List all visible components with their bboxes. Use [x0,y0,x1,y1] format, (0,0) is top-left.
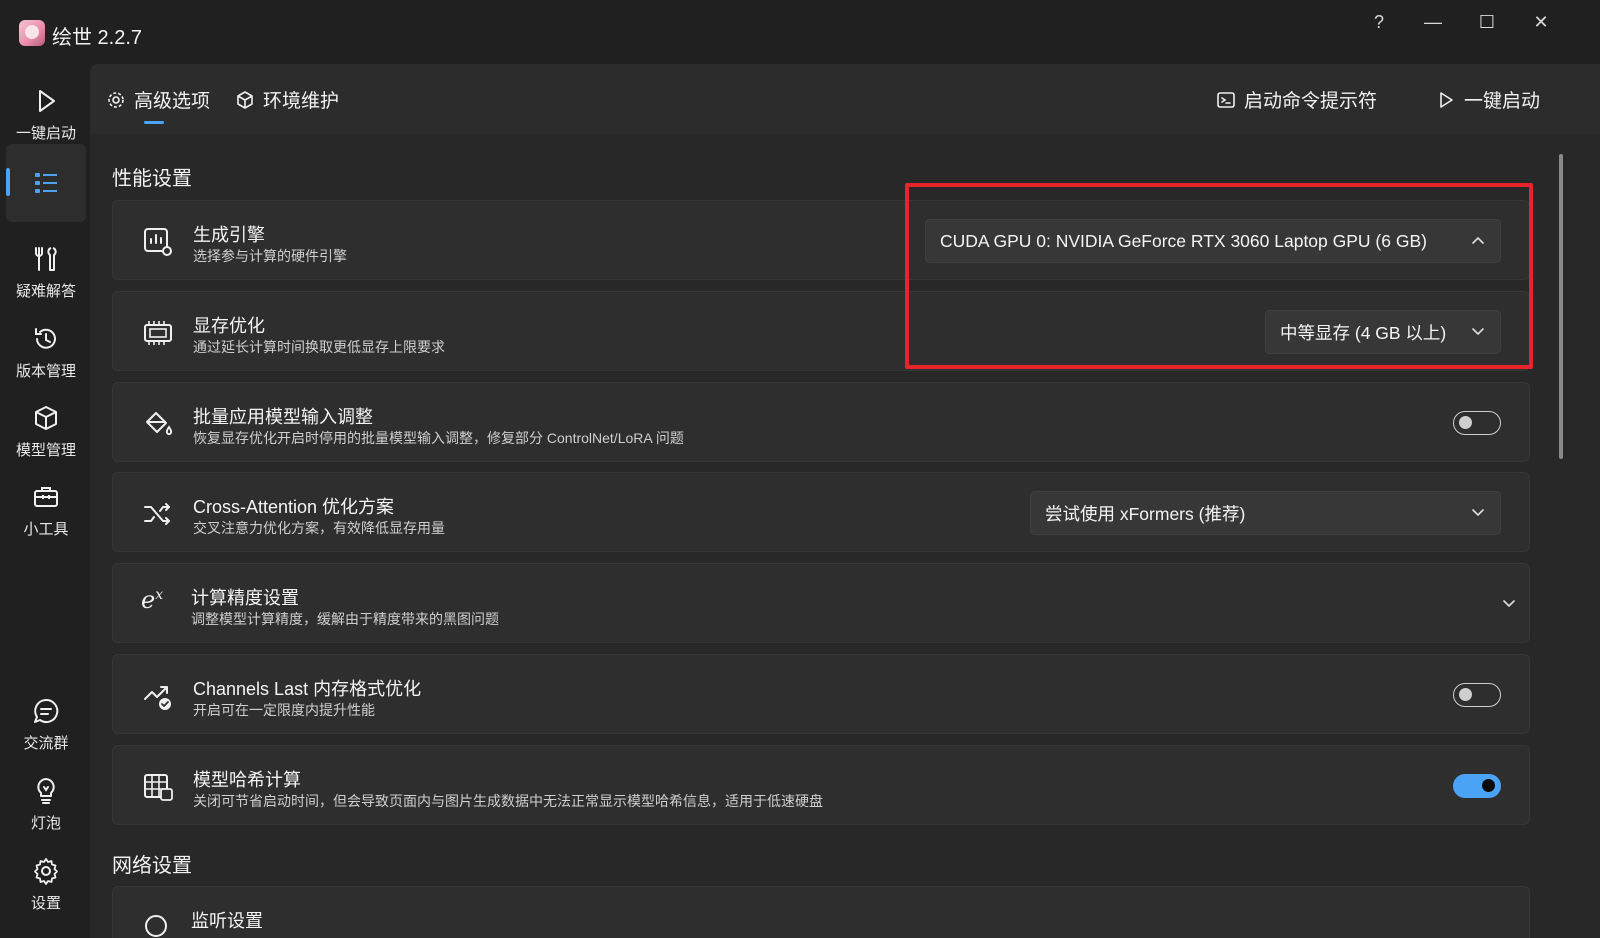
scrollbar-thumb[interactable] [1559,154,1563,459]
setting-description: 关闭可节省启动时间，但会导致页面内与图片生成数据中无法正常显示模型哈希信息，适用… [193,793,823,809]
title-bar: 绘世 2.2.7 ? — ☐ ✕ [0,0,1600,64]
setting-description: 开启可在一定限度内提升性能 [193,702,375,718]
nav-item-versions[interactable]: 版本管理 [6,312,86,390]
nav-label: 模型管理 [15,442,76,459]
chat-icon [34,698,59,723]
nav-active-indicator [6,168,10,196]
toggle-knob [1482,779,1495,792]
tools-icon [35,247,57,271]
history-icon [35,328,56,349]
play-icon [1440,91,1453,108]
nav-label: 一键启动 [15,125,76,142]
toggle-knob [1459,416,1472,429]
setting-card-channels-last: Channels Last 内存格式优化 开启可在一定限度内提升性能 [112,654,1530,734]
setting-card-listen[interactable]: 监听设置 [112,886,1530,938]
nav-item-community[interactable]: 交流群 [6,684,86,762]
maximize-button[interactable]: ☐ [1464,6,1510,38]
close-button[interactable]: ✕ [1518,6,1564,38]
minimize-button[interactable]: — [1410,6,1456,38]
nav-item-advanced[interactable] [6,144,86,222]
setting-title: 批量应用模型输入调整 [193,407,373,427]
network-icon [145,915,167,937]
package-icon [237,90,253,109]
chevron-down-icon[interactable] [1501,595,1517,611]
setting-description: 通过延长计算时间换取更低显存上限要求 [193,339,445,355]
tab-label: 高级选项 [134,91,211,112]
section-title-performance: 性能设置 [112,168,192,190]
tab-label: 环境维护 [263,91,340,112]
app-title: 绘世 2.2.7 [52,27,143,49]
model-hash-toggle[interactable] [1453,774,1501,798]
setting-title: 模型哈希计算 [193,770,301,790]
channels-last-toggle[interactable] [1453,683,1501,707]
chart-check-icon [144,686,171,710]
chevron-down-icon [1472,509,1484,517]
open-terminal-button[interactable]: 启动命令提示符 [1216,86,1377,113]
nav-item-tools[interactable]: 小工具 [6,470,86,548]
tab-label: 一键启动 [1464,91,1541,112]
cross-attention-select[interactable]: 尝试使用 xFormers (推荐) [1030,491,1501,535]
nav-label: 设置 [30,895,61,912]
tab-advanced-options[interactable]: 高级选项 [106,86,210,113]
lightbulb-icon [37,778,55,804]
engine-icon [144,228,172,256]
tab-label: 启动命令提示符 [1244,91,1378,112]
nav-label: 交流群 [23,735,69,752]
setting-card-batch-cond: 批量应用模型输入调整 恢复显存优化开启时停用的批量模型输入调整，修复部分 Con… [112,382,1530,462]
nav-label: 小工具 [23,521,69,538]
play-icon [39,90,55,112]
main-panel: 高级选项 环境维护 启动命令提示符 一键启动 性能设置 生成引擎 选择参与计算的… [90,64,1600,938]
nav-item-launch[interactable]: 一键启动 [6,74,86,152]
shuffle-icon [144,503,170,525]
list-icon [35,173,57,193]
setting-title: 显存优化 [193,316,265,336]
setting-card-model-hash: 模型哈希计算 关闭可节省启动时间，但会导致页面内与图片生成数据中无法正常显示模型… [112,745,1530,825]
setting-description: 调整模型计算精度，缓解由于精度带来的黑图问题 [191,611,499,627]
setting-description: 选择参与计算的硬件引擎 [193,248,347,264]
side-nav: 一键启动 疑难解答 版本管理 模型管理 小工具 交流群 灯泡 设置 [0,64,90,938]
terminal-icon [1217,91,1235,108]
setting-card-cross-attention: Cross-Attention 优化方案 交叉注意力优化方案，有效降低显存用量 … [112,472,1530,552]
setting-title: Cross-Attention 优化方案 [193,497,395,517]
setting-card-precision[interactable]: ex 计算精度设置 调整模型计算精度，缓解由于精度带来的黑图问题 [112,563,1530,643]
nav-item-settings[interactable]: 设置 [6,844,86,922]
red-highlight-box [905,183,1533,369]
gear-icon [34,858,58,885]
setting-title: Channels Last 内存格式优化 [193,679,422,699]
toolbox-icon [34,487,58,507]
one-click-launch-button[interactable]: 一键启动 [1436,86,1540,113]
select-value: 尝试使用 xFormers (推荐) [1045,503,1246,524]
nav-label: 疑难解答 [15,283,76,300]
setting-description: 恢复显存优化开启时停用的批量模型输入调整，修复部分 ControlNet/LoR… [193,430,684,446]
memory-icon [144,321,172,345]
setting-description: 交叉注意力优化方案，有效降低显存用量 [193,520,445,536]
nav-item-models[interactable]: 模型管理 [6,391,86,469]
tab-environment[interactable]: 环境维护 [235,86,339,113]
hash-table-icon [144,774,173,801]
setting-title: 生成引擎 [193,225,265,245]
batch-cond-toggle[interactable] [1453,411,1501,435]
nav-label: 版本管理 [15,363,76,380]
nav-label: 灯泡 [30,815,61,832]
active-tab-indicator [144,121,164,124]
exponent-icon: ex [141,586,164,614]
tab-bar: 高级选项 环境维护 启动命令提示符 一键启动 [90,64,1600,134]
cube-icon [35,406,57,430]
paint-bucket-icon [146,412,173,436]
setting-title: 计算精度设置 [191,588,299,608]
nav-item-troubleshoot[interactable]: 疑难解答 [6,232,86,310]
app-logo-icon [19,20,45,46]
help-button[interactable]: ? [1356,6,1402,38]
section-title-network: 网络设置 [112,855,192,877]
gear-icon [108,91,124,108]
toggle-knob [1459,688,1472,701]
setting-title: 监听设置 [191,911,263,931]
nav-item-lightbulb[interactable]: 灯泡 [6,764,86,842]
